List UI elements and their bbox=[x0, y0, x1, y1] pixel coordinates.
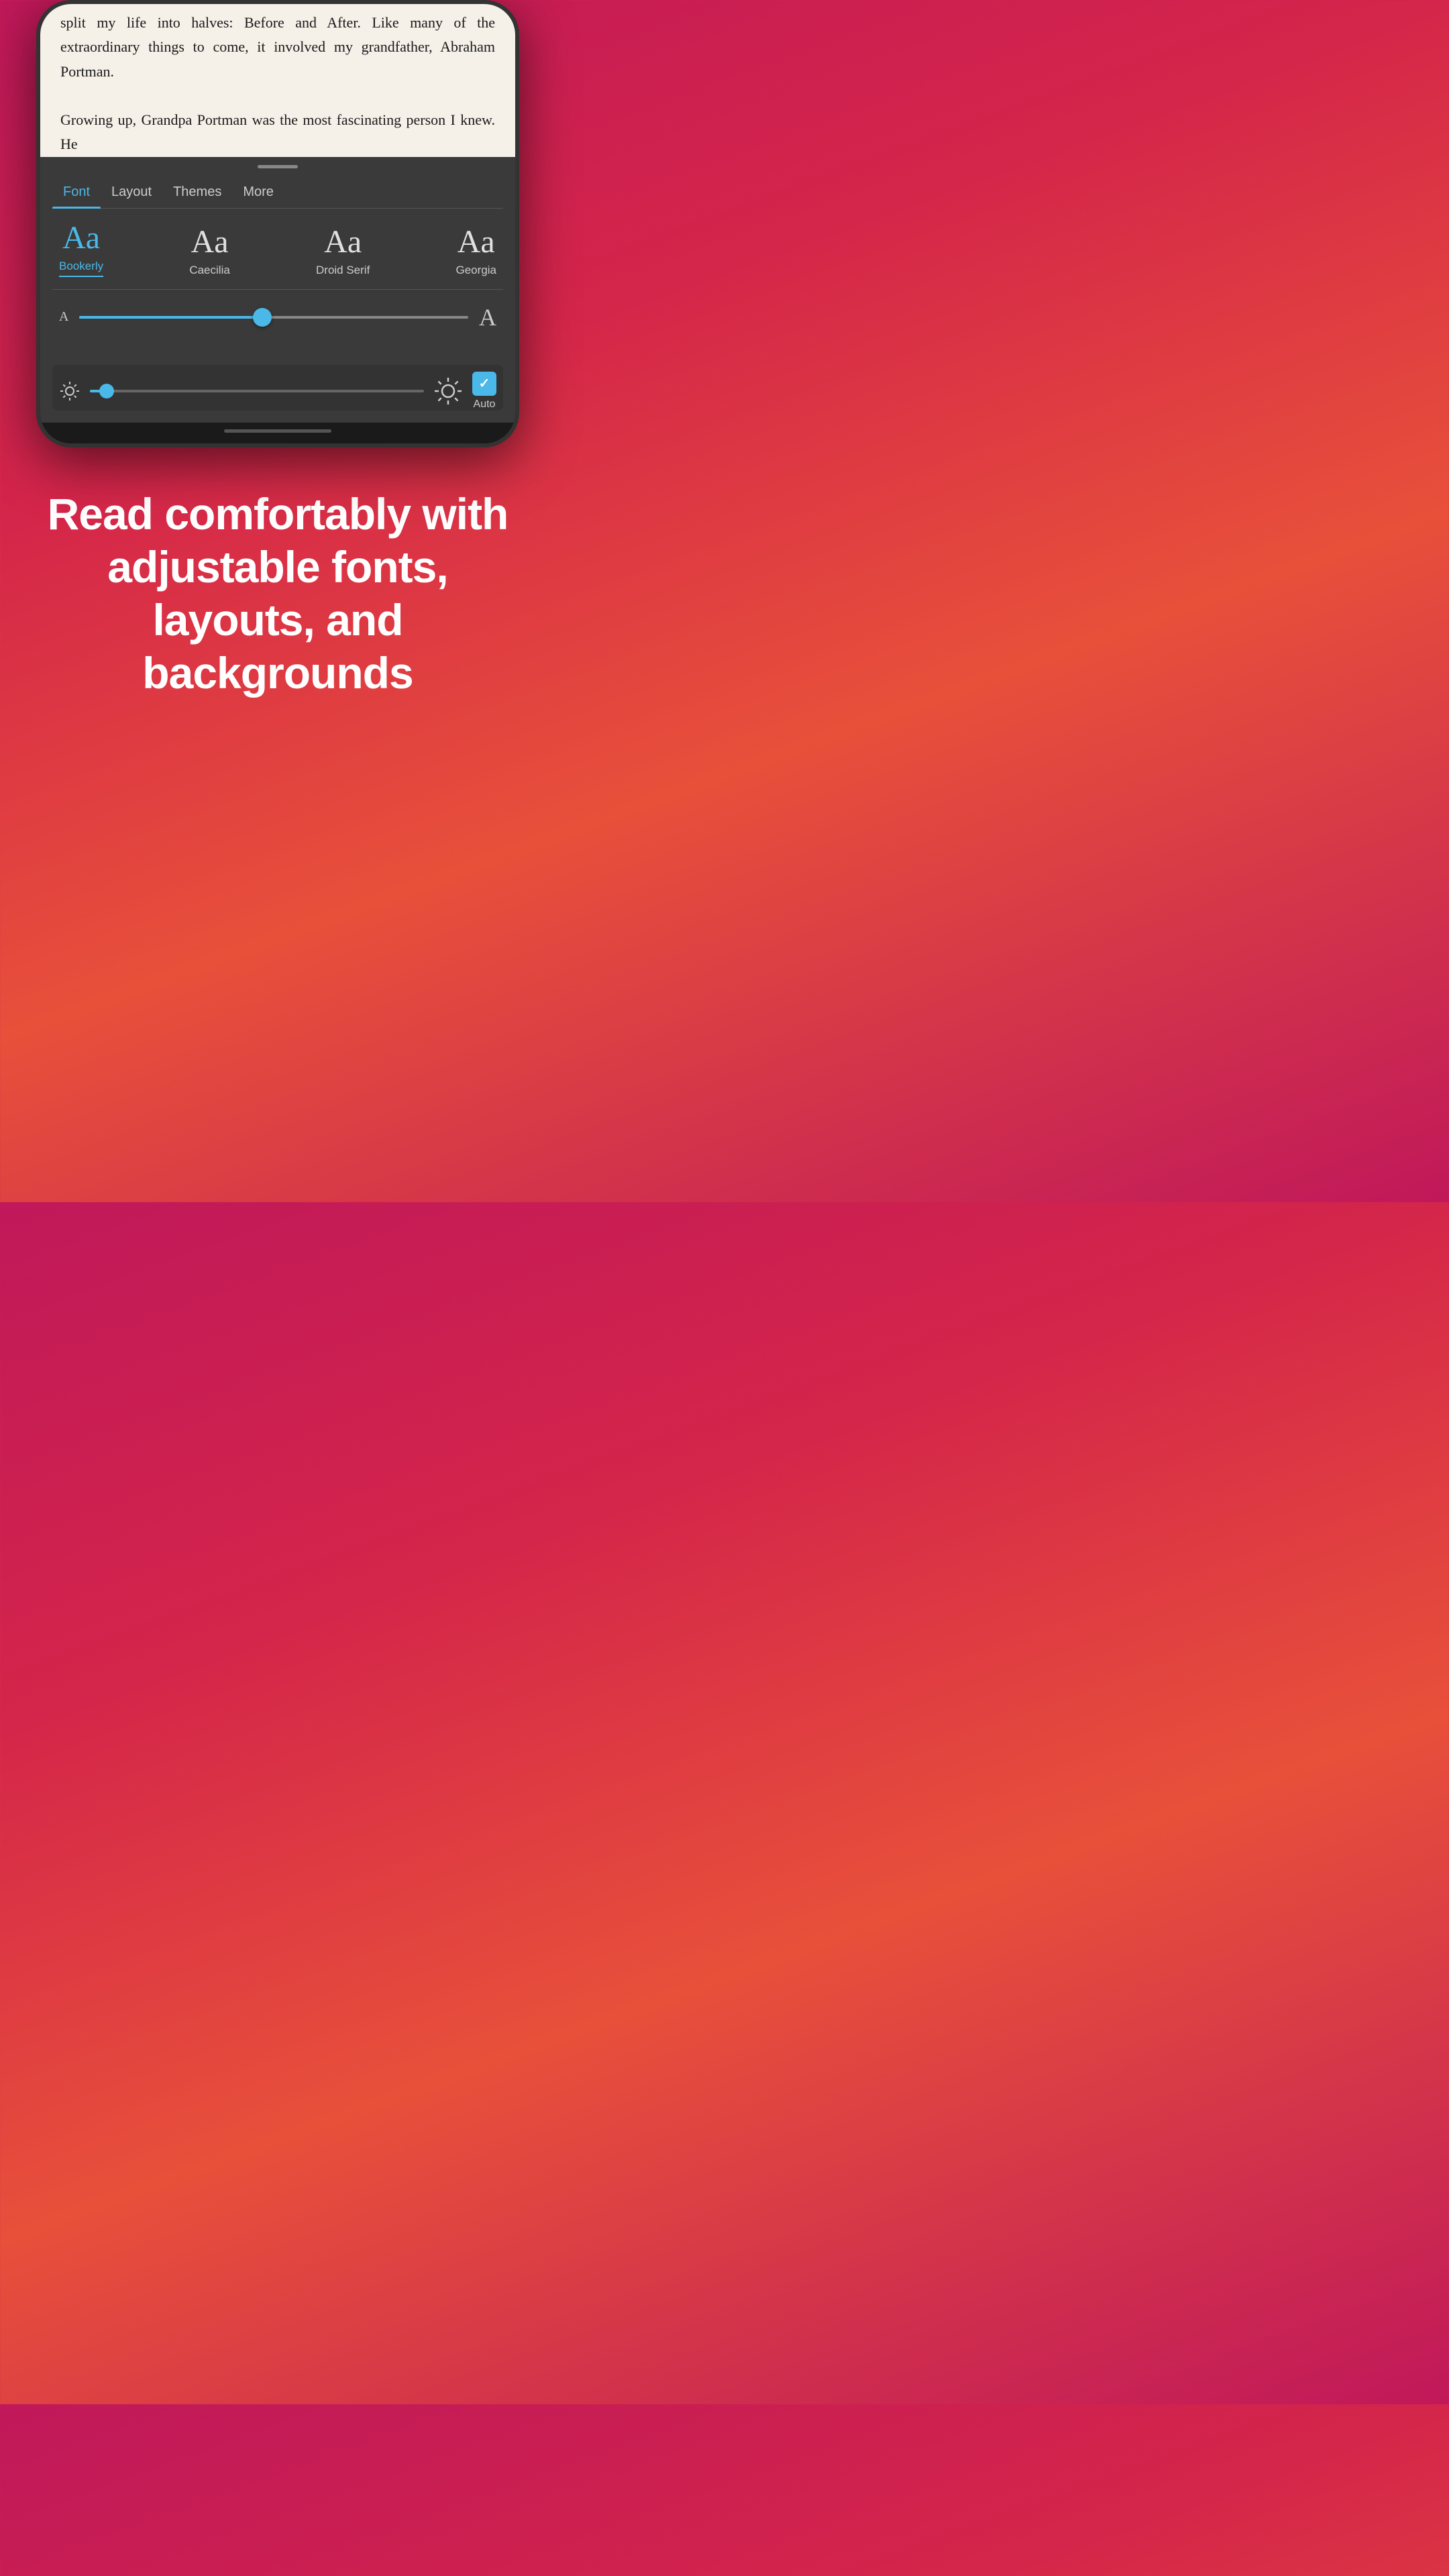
home-pill bbox=[224, 429, 331, 433]
home-indicator bbox=[40, 423, 515, 443]
tagline-area: Read comfortably with adjustable fonts, … bbox=[0, 447, 555, 727]
font-size-small-label: A bbox=[59, 309, 68, 325]
font-name-caecilia: Caecilia bbox=[189, 264, 229, 277]
bottom-sheet: Font Layout Themes More Aa Bookerly bbox=[40, 176, 515, 423]
reading-area: split my life into halves: Before and Af… bbox=[40, 4, 515, 157]
font-size-row: A A bbox=[52, 303, 503, 331]
tab-layout[interactable]: Layout bbox=[101, 176, 162, 208]
font-option-droid-serif[interactable]: Aa Droid Serif bbox=[316, 226, 370, 277]
tab-themes[interactable]: Themes bbox=[162, 176, 232, 208]
sheet-handle-bar bbox=[40, 157, 515, 176]
spacer-1 bbox=[52, 345, 503, 365]
auto-brightness-button[interactable]: Auto bbox=[472, 372, 496, 411]
divider-1 bbox=[52, 289, 503, 290]
font-sample-caecilia: Aa bbox=[191, 226, 229, 258]
font-size-fill bbox=[79, 316, 262, 319]
sun-icon-large bbox=[433, 376, 463, 406]
phone-frame: split my life into halves: Before and Af… bbox=[36, 0, 519, 447]
brightness-thumb[interactable] bbox=[99, 384, 114, 398]
tab-more[interactable]: More bbox=[232, 176, 284, 208]
font-size-large-label: A bbox=[479, 303, 496, 331]
font-option-georgia[interactable]: Aa Georgia bbox=[456, 226, 496, 277]
font-sample-bookerly: Aa bbox=[62, 222, 100, 254]
handle-pill bbox=[258, 165, 298, 168]
font-underline-bookerly bbox=[59, 276, 103, 277]
auto-checkbox bbox=[472, 372, 496, 396]
font-size-thumb[interactable] bbox=[253, 308, 272, 327]
font-size-slider[interactable] bbox=[79, 316, 468, 319]
font-option-bookerly[interactable]: Aa Bookerly bbox=[59, 222, 103, 277]
tagline: Read comfortably with adjustable fonts, … bbox=[27, 488, 529, 700]
auto-label: Auto bbox=[474, 398, 496, 411]
font-sample-georgia: Aa bbox=[458, 226, 495, 258]
sun-icon-small bbox=[59, 380, 80, 402]
font-option-caecilia[interactable]: Aa Caecilia bbox=[189, 226, 229, 277]
reading-text: split my life into halves: Before and Af… bbox=[60, 4, 495, 157]
tab-font[interactable]: Font bbox=[52, 176, 101, 208]
font-name-droid-serif: Droid Serif bbox=[316, 264, 370, 277]
phone-container: split my life into halves: Before and Af… bbox=[23, 0, 533, 447]
font-name-bookerly: Bookerly bbox=[59, 260, 103, 273]
font-name-georgia: Georgia bbox=[456, 264, 496, 277]
brightness-slider[interactable] bbox=[90, 390, 424, 392]
font-sample-droid-serif: Aa bbox=[324, 226, 362, 258]
font-selection-row: Aa Bookerly Aa Caecilia Aa Droid Serif A… bbox=[52, 222, 503, 277]
brightness-row: Auto bbox=[52, 365, 503, 411]
tabs-container: Font Layout Themes More bbox=[52, 176, 503, 209]
